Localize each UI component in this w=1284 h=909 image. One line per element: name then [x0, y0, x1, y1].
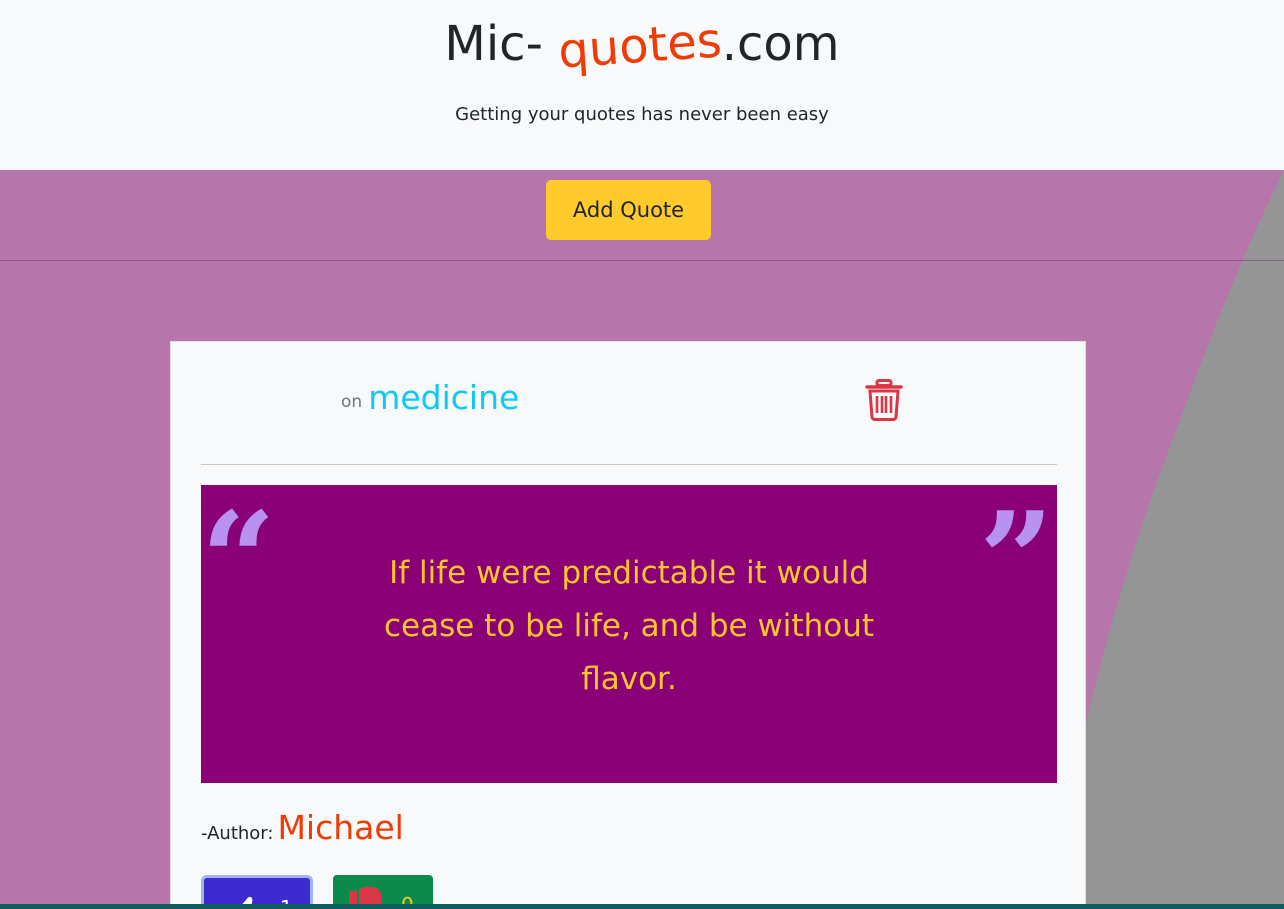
site-title: Mic- quotes.com — [0, 12, 1284, 79]
open-quote-icon: “ — [201, 483, 276, 636]
add-quote-button[interactable]: Add Quote — [546, 180, 711, 240]
quote-text: If life were predictable it would cease … — [383, 555, 874, 697]
site-title-suffix: .com — [721, 16, 840, 72]
card-divider — [201, 464, 1057, 465]
quote-body: “ ” If life were predictable it would ce… — [201, 485, 1057, 783]
category-prefix: on — [341, 392, 363, 412]
site-title-accent: quotes — [556, 12, 724, 80]
trash-icon — [865, 379, 903, 421]
site-header: Mic- quotes.com Getting your quotes has … — [0, 0, 1284, 170]
quote-category: on medicine — [341, 378, 519, 417]
category-name[interactable]: medicine — [368, 378, 519, 417]
quote-card: on medicine “ ” If life were predictable … — [170, 341, 1086, 909]
delete-quote-button[interactable] — [865, 379, 903, 421]
author-name: Michael — [277, 808, 404, 847]
bottom-edge-bar — [0, 904, 1284, 909]
section-divider — [0, 260, 1284, 261]
site-tagline: Getting your quotes has never been easy — [455, 104, 829, 125]
author-label: -Author: — [201, 823, 274, 844]
quote-author: -Author: Michael — [201, 808, 404, 847]
site-title-prefix: Mic- — [444, 16, 543, 72]
close-quote-icon: ” — [979, 483, 1054, 636]
